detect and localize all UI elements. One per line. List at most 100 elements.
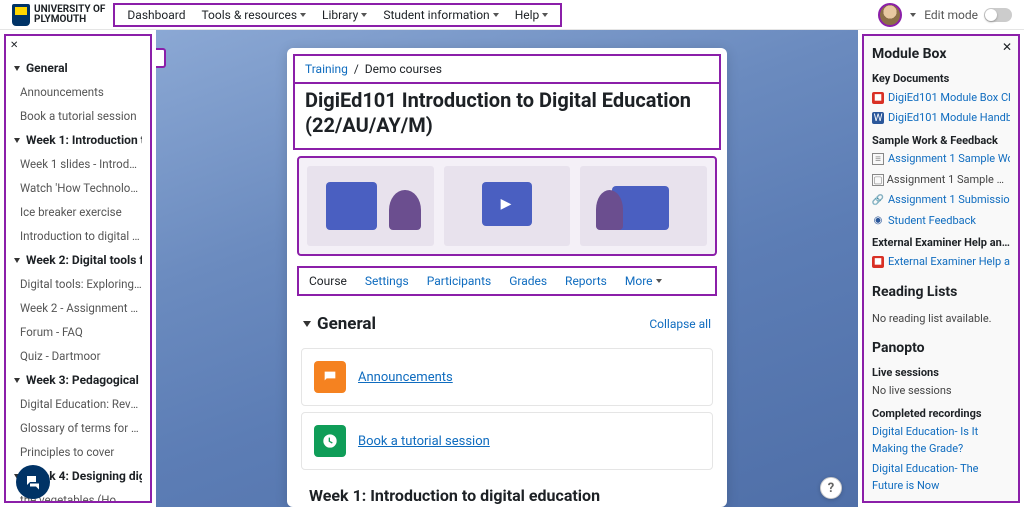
recording-2[interactable]: Digital Education- The Future is Now [872,459,1010,496]
link-icon: 🔗 [872,194,884,206]
chevron-down-icon [303,321,311,327]
recording-1[interactable]: Digital Education- Is It Making the Grad… [872,422,1010,459]
shield-icon [12,4,30,26]
chevron-down-icon [300,13,306,17]
nav-student-info[interactable]: Student information [375,4,506,26]
nav-tools[interactable]: Tools & resources [193,4,314,26]
sidebar-section-week1[interactable]: Week 1: Introduction to … [14,128,142,152]
tab-more[interactable]: More [625,274,662,288]
chat-icon [24,473,42,491]
sidebar-section-general[interactable]: General [14,56,142,80]
activity-announcements[interactable]: Announcements [301,348,713,406]
section-general-title: General [317,314,376,334]
help-button[interactable]: ? [820,477,842,499]
sample-work-2[interactable]: ▢ Assignment 1 Sample Work [872,170,1010,191]
module-box-drawer: ✕ Module Box Key Documents ◼DigiEd101 Mo… [862,34,1020,503]
module-box-title: Module Box [872,44,1010,65]
external-examiner-heading: External Examiner Help and Guida… [872,235,1010,252]
edit-mode-toggle[interactable]: Edit mode [924,8,1012,22]
breadcrumb-separator: / [351,62,365,76]
reading-lists-empty: No reading list available. [872,309,1010,330]
nav-library[interactable]: Library [314,4,375,26]
tab-course[interactable]: Course [309,274,347,288]
close-icon[interactable]: ✕ [10,40,18,51]
sidebar-item[interactable]: Week 2 - Assignment 1 pre… [14,296,142,320]
hero-illustration-2 [444,166,571,246]
drawer-toggle[interactable] [156,48,166,68]
completed-recordings-heading: Completed recordings [872,406,1010,423]
sidebar-item[interactable]: Digital Education: Revoluti… [14,392,142,416]
live-sessions-heading: Live sessions [872,365,1010,382]
course-tabs: Course Settings Participants Grades Repo… [297,266,717,296]
sidebar-item[interactable]: Watch 'How Technology is … [14,176,142,200]
pdf-icon: ◼ [872,256,884,268]
sidebar-item[interactable]: Digital tools: Exploring the… [14,272,142,296]
reading-lists-heading: Reading Lists [872,282,1010,303]
user-avatar[interactable] [878,3,902,27]
breadcrumb-current: Demo courses [365,62,442,76]
sidebar-section-week2[interactable]: Week 2: Digital tools for … [14,248,142,272]
chat-button[interactable] [16,465,50,499]
primary-nav: Dashboard Tools & resources Library Stud… [113,3,562,27]
sidebar-item[interactable]: Book a tutorial session [14,104,142,128]
section-general-header[interactable]: General Collapse all [287,306,727,342]
nav-help[interactable]: Help [507,4,557,26]
breadcrumb: Training / Demo courses [293,54,721,84]
breadcrumb-link-training[interactable]: Training [305,62,348,76]
nav-dashboard[interactable]: Dashboard [119,4,193,26]
panopto-heading: Panopto [872,338,1010,359]
external-examiner-doc[interactable]: ◼External Examiner Help and Guid… [872,252,1010,273]
scheduler-icon [314,425,346,457]
feedback-icon: ◉ [872,215,884,227]
recording-3[interactable]: Engage! Navigating Digital Education [872,496,1010,503]
course-main-area: Training / Demo courses DigiEd101 Introd… [156,30,858,507]
course-card: Training / Demo courses DigiEd101 Introd… [287,48,727,507]
live-sessions-empty: No live sessions [872,381,1010,402]
pdf-icon: ◼ [872,92,884,104]
collapse-all-link[interactable]: Collapse all [649,317,711,331]
sidebar-item[interactable]: Announcements [14,80,142,104]
sidebar-item[interactable]: Week 1 slides - Introductio… [14,152,142,176]
course-hero-image [297,156,717,256]
sidebar-item[interactable]: Introduction to digital edu… [14,224,142,248]
page-icon: ▢ [872,174,884,186]
chevron-down-icon [656,279,662,283]
sidebar-item[interactable]: Forum - FAQ [14,320,142,344]
sample-work-1[interactable]: ≡Assignment 1 Sample Work [872,149,1010,170]
activity-link[interactable]: Book a tutorial session [358,434,490,449]
activity-book-tutorial[interactable]: Book a tutorial session [301,412,713,470]
word-icon: W [872,112,884,124]
tab-participants[interactable]: Participants [427,274,491,288]
tab-reports[interactable]: Reports [565,274,607,288]
sidebar-item[interactable]: Principles to cover [14,440,142,464]
chevron-down-icon [542,13,548,17]
doc-handbook[interactable]: WDigiEd101 Module Handbook [872,108,1010,129]
close-icon[interactable]: ✕ [1002,40,1012,54]
submission-link[interactable]: 🔗Assignment 1 Submission Link [872,190,1010,211]
activity-link[interactable]: Announcements [358,370,453,385]
page-icon: ≡ [872,153,884,165]
forum-icon [314,361,346,393]
sidebar-item[interactable]: Quiz - Dartmoor [14,344,142,368]
doc-checklist[interactable]: ◼DigiEd101 Module Box Checklist [872,88,1010,109]
user-menu-caret[interactable] [910,13,916,17]
chevron-down-icon [493,13,499,17]
sidebar-section-week3[interactable]: Week 3: Pedagogical app… [14,368,142,392]
course-index-sidebar: ✕ General Announcements Book a tutorial … [4,34,152,503]
edit-mode-label: Edit mode [924,8,978,22]
sidebar-item[interactable]: Ice breaker exercise [14,200,142,224]
brand-logo[interactable]: UNIVERSITY OFPLYMOUTH [12,4,105,26]
course-title-block: DigiEd101 Introduction to Digital Educat… [293,82,721,150]
tab-settings[interactable]: Settings [365,274,409,288]
top-navbar: UNIVERSITY OFPLYMOUTH Dashboard Tools & … [0,0,1024,30]
student-feedback[interactable]: ◉Student Feedback [872,211,1010,232]
sample-work-heading: Sample Work & Feedback [872,133,1010,150]
tab-grades[interactable]: Grades [509,274,547,288]
toggle-switch-icon[interactable] [984,8,1012,22]
key-documents-heading: Key Documents [872,71,1010,88]
hero-illustration-1 [307,166,434,246]
course-title: DigiEd101 Introduction to Digital Educat… [305,88,709,138]
section-week1-title: Week 1: Introduction to digital educatio… [309,486,600,505]
sidebar-item[interactable]: Glossary of terms for a ne… [14,416,142,440]
section-week1-header[interactable]: Week 1: Introduction to digital educatio… [287,476,727,507]
